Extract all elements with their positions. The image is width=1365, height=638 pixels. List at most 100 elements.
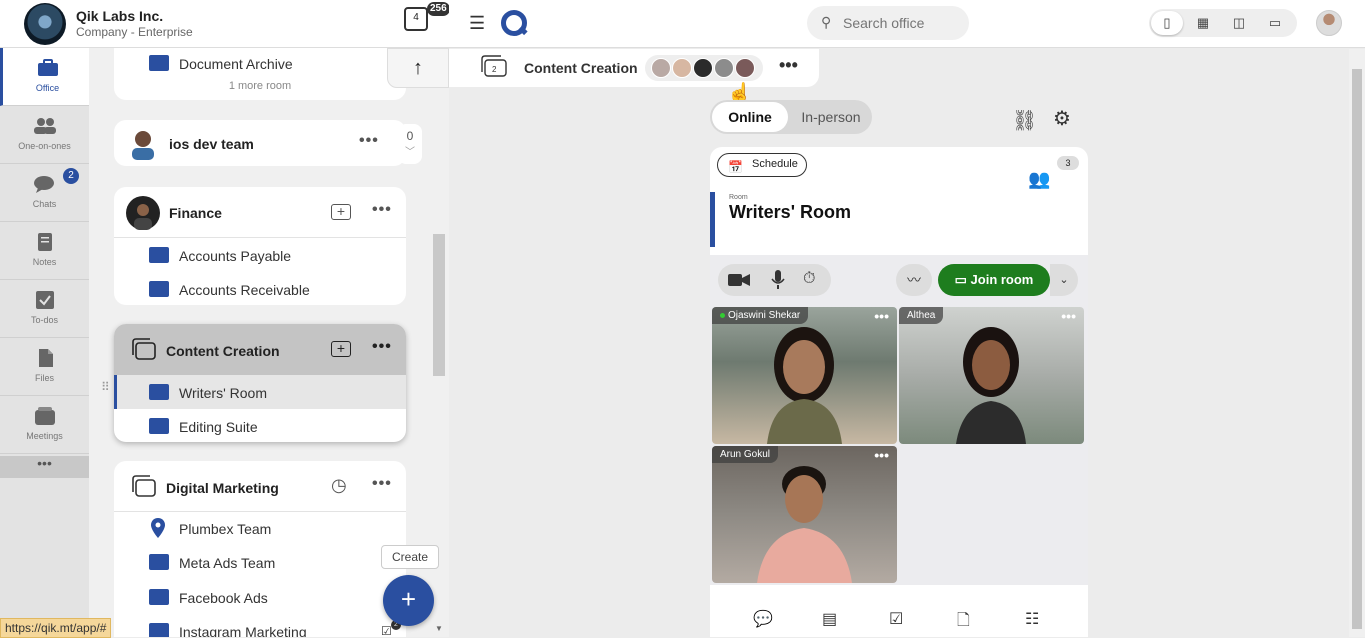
rail-item-office[interactable]: Office <box>0 48 89 106</box>
chat-icon[interactable]: 💬 <box>753 609 773 629</box>
room-label: Instagram Marketing <box>179 624 307 637</box>
files-icon <box>39 349 53 367</box>
more-options-button[interactable]: ••• <box>372 338 392 356</box>
participant-name: Althea <box>907 310 936 321</box>
view-full-icon[interactable]: ▭ <box>1259 11 1291 35</box>
microphone-icon[interactable] <box>771 270 785 290</box>
chevron-down-icon[interactable]: ⌄ <box>1050 264 1078 296</box>
mode-toggle: Online In-person <box>710 100 872 134</box>
rail-item-one-on-ones[interactable]: One-on-ones <box>0 106 89 164</box>
participant-more-button[interactable]: ••• <box>1061 308 1076 324</box>
participant-more-button[interactable]: ••• <box>874 447 889 463</box>
room-row[interactable]: Instagram Marketing ☑ 2 <box>114 614 406 637</box>
search-input[interactable] <box>843 15 963 31</box>
more-options-button[interactable]: ••• <box>372 201 392 219</box>
status-url: https://qik.mt/app/# <box>0 618 112 638</box>
space-card-ios[interactable]: ios dev team ••• <box>114 120 406 166</box>
room-icon <box>149 418 169 434</box>
participant-tile[interactable]: Ojaswini Shekar ••• <box>712 307 897 444</box>
schedule-label: Schedule <box>752 158 798 170</box>
room-row[interactable]: Editing Suite <box>114 409 406 443</box>
rail-label: Meetings <box>26 431 63 441</box>
participants-icon[interactable]: 👥 <box>1028 169 1050 190</box>
rail-more-button[interactable]: ••• <box>0 456 89 478</box>
view-grid-icon[interactable]: ▦ <box>1187 11 1219 35</box>
room-row[interactable]: Facebook Ads <box>114 580 406 614</box>
todo-icon[interactable]: ☑ <box>889 609 903 629</box>
menu-icon[interactable]: ☰ <box>469 13 485 34</box>
more-rooms-link[interactable]: 1 more room <box>114 80 406 92</box>
strip-title[interactable]: Content Creation <box>524 60 638 76</box>
mode-online-tab[interactable]: Online <box>712 102 788 132</box>
space-avatar <box>126 196 160 230</box>
notes-icon[interactable]: ▤ <box>822 609 837 629</box>
app-rail: Office One-on-ones Chats Notes To-dos Fi… <box>0 48 89 637</box>
scroll-top-button[interactable]: ↑ <box>387 48 449 88</box>
view-mobile-icon[interactable]: ▯ <box>1151 11 1183 35</box>
room-row[interactable]: Meta Ads Team <box>114 545 406 579</box>
gear-icon[interactable]: ⚙ <box>1053 106 1071 131</box>
org-plan: Company - Enterprise <box>76 25 193 39</box>
drag-handle-icon[interactable]: ⠿ <box>101 381 110 393</box>
join-room-button[interactable]: ▭ Join room <box>938 264 1050 296</box>
room-panel: 📅 Schedule 👥 3 Room Writers' Room ⏱ 〰 ▭ … <box>710 147 1088 637</box>
org-name[interactable]: Qik Labs Inc. <box>76 8 163 24</box>
rail-item-files[interactable]: Files <box>0 338 89 396</box>
space-header-strip: 2 Content Creation ••• <box>449 49 819 87</box>
more-options-button[interactable]: ••• <box>372 475 392 493</box>
scroll-down-icon[interactable]: ▼ <box>435 624 443 633</box>
link-icon[interactable]: ⛓ <box>1012 108 1037 133</box>
people-icon <box>34 118 56 134</box>
space-title[interactable]: Finance <box>169 205 222 221</box>
chevron-down-icon: ﹀ <box>405 147 415 158</box>
space-title: ios dev team <box>169 136 254 152</box>
room-row[interactable]: Plumbex Team <box>114 511 406 545</box>
room-row[interactable]: Accounts Receivable <box>114 272 406 306</box>
view-sidebar-icon[interactable]: ◫ <box>1223 11 1255 35</box>
timer-icon[interactable]: ⏱ <box>803 270 815 288</box>
rail-label: Files <box>34 373 54 383</box>
unread-counter[interactable]: 0 ﹀ <box>398 124 422 164</box>
room-row-selected[interactable]: Writers' Room <box>114 375 406 409</box>
org-logo[interactable] <box>24 3 66 45</box>
rail-item-meetings[interactable]: Meetings <box>0 396 89 454</box>
app-logo[interactable] <box>501 10 527 36</box>
participant-grid: Ojaswini Shekar ••• Althea ••• Arun Goku… <box>710 305 1088 585</box>
user-avatar[interactable] <box>1316 10 1342 36</box>
chat-icon <box>34 176 54 193</box>
files-icon[interactable]: 🗋 <box>957 609 970 636</box>
audio-level-icon[interactable]: 〰 <box>896 264 932 296</box>
create-button[interactable]: + <box>383 575 434 626</box>
more-options-button[interactable]: ••• <box>779 55 798 76</box>
inbox-button[interactable]: 4 <box>404 7 428 31</box>
more-options-button[interactable]: ••• <box>359 132 379 150</box>
participant-tile[interactable]: Althea ••• <box>899 307 1084 444</box>
participant-name: Ojaswini Shekar <box>728 310 801 321</box>
member-avatar <box>735 58 755 78</box>
notes-icon <box>38 233 52 251</box>
participant-tile[interactable]: Arun Gokul ••• <box>712 446 897 583</box>
main-scrollbar[interactable] <box>1349 49 1365 637</box>
camera-icon[interactable] <box>728 272 750 288</box>
member-avatars[interactable] <box>645 55 763 81</box>
rail-item-to-dos[interactable]: To-dos <box>0 280 89 338</box>
sidebar-scrollbar[interactable] <box>433 234 445 376</box>
mode-inperson-tab[interactable]: In-person <box>792 102 870 132</box>
room-label: Plumbex Team <box>179 521 272 537</box>
meeting-notes-icon[interactable]: ☷ <box>1025 609 1039 629</box>
space-title[interactable]: Digital Marketing <box>166 480 279 496</box>
room-accent-bar <box>710 192 715 247</box>
room-row[interactable]: Accounts Payable <box>114 238 406 272</box>
participant-more-button[interactable]: ••• <box>874 308 889 324</box>
clock-icon[interactable]: ◷ <box>331 475 347 496</box>
add-room-button[interactable]: + <box>331 341 351 357</box>
add-room-button[interactable]: + <box>331 204 351 220</box>
participant-name-tag: Arun Gokul <box>712 446 779 463</box>
space-title[interactable]: Content Creation <box>166 343 280 359</box>
rail-item-notes[interactable]: Notes <box>0 222 89 280</box>
schedule-button[interactable]: 📅 Schedule <box>717 153 807 177</box>
search-box[interactable]: ⚲ <box>807 6 969 40</box>
scrollbar-thumb[interactable] <box>1352 69 1362 629</box>
room-row[interactable]: Document Archive <box>114 48 406 80</box>
space-badge: 2 <box>492 65 497 74</box>
